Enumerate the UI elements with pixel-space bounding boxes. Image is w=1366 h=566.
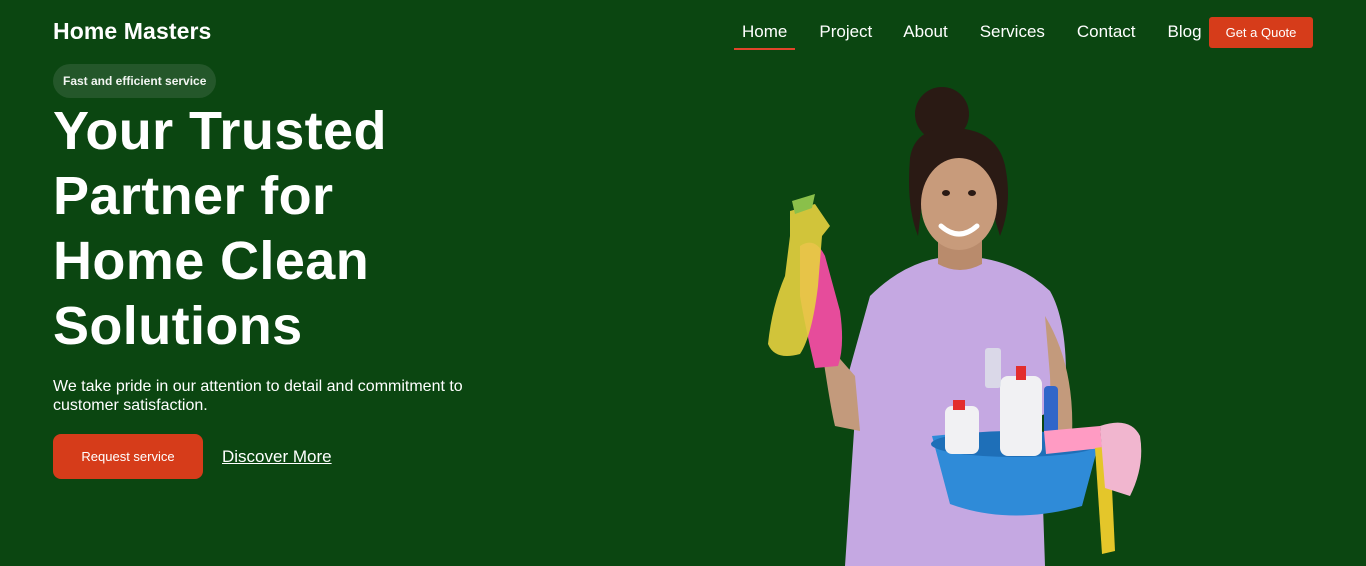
get-a-quote-button[interactable]: Get a Quote xyxy=(1209,17,1313,48)
request-service-button[interactable]: Request service xyxy=(53,434,203,479)
hero-description: We take pride in our attention to detail… xyxy=(53,378,463,414)
hero-title: Your Trusted Partner for Home Clean Solu… xyxy=(53,99,533,359)
nav-contact-link[interactable]: Contact xyxy=(1077,0,1136,50)
nav-home-link[interactable]: Home xyxy=(734,0,796,50)
hero-title-line: Solutions xyxy=(53,296,303,356)
nav-services-link[interactable]: Services xyxy=(980,0,1045,50)
cleaning-woman-illustration xyxy=(768,87,1142,566)
nav-links: Home Project About Services Contact Blog xyxy=(734,0,1202,64)
service-badge: Fast and efficient service xyxy=(53,64,217,98)
hero-title-line: Partner for xyxy=(53,166,334,226)
hero-title-line: Your Trusted xyxy=(53,101,387,161)
discover-more-link[interactable]: Discover More xyxy=(222,447,332,467)
nav-project-link[interactable]: Project xyxy=(819,0,872,50)
navbar: Home Masters Home Project About Services… xyxy=(0,0,1366,64)
nav-blog-link[interactable]: Blog xyxy=(1168,0,1202,50)
site-logo[interactable]: Home Masters xyxy=(53,18,211,45)
nav-about-link[interactable]: About xyxy=(903,0,947,50)
hero-title-line: Home Clean xyxy=(53,231,370,291)
